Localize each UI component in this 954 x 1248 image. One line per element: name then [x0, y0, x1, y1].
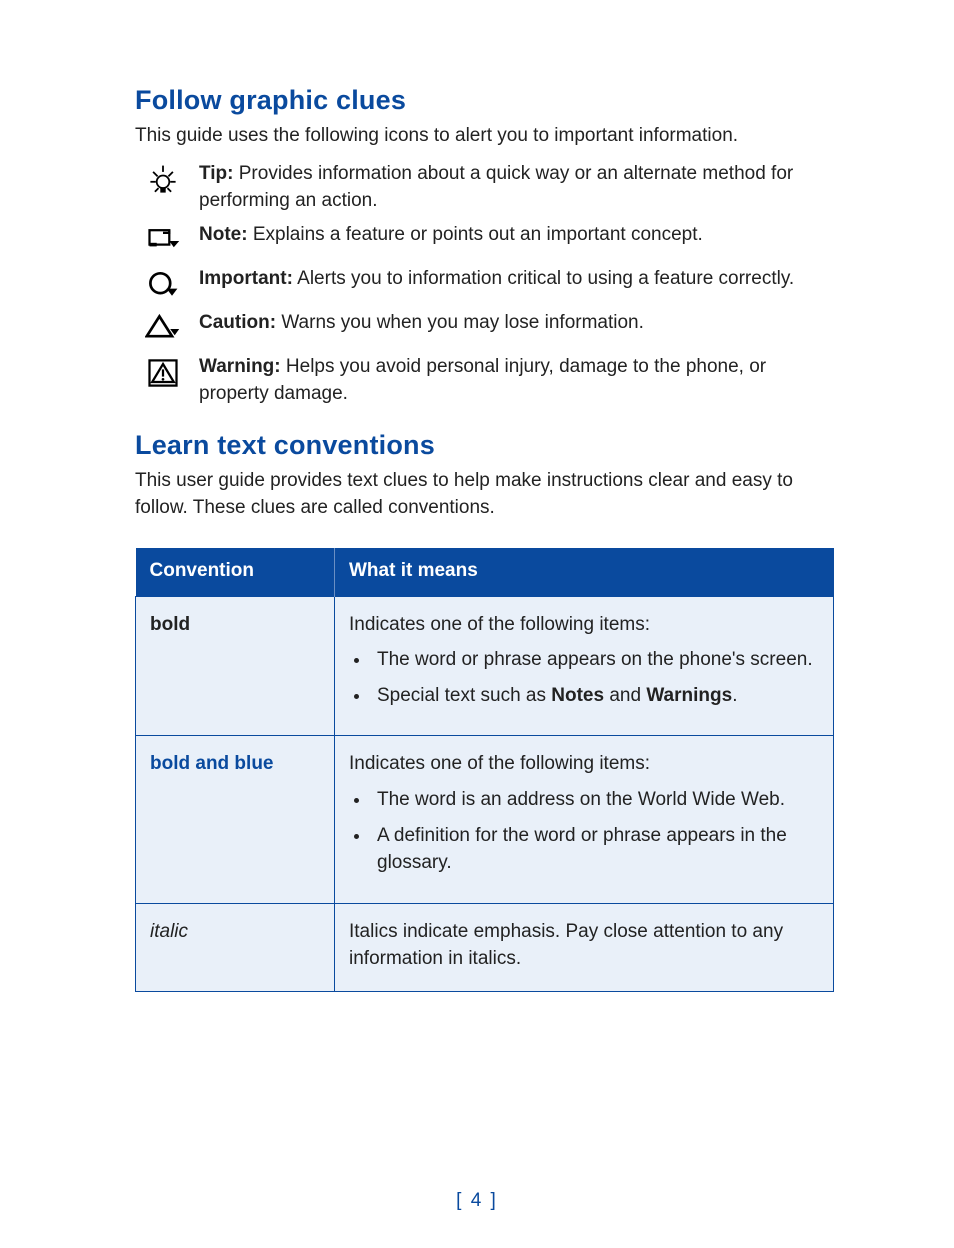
- convention-name-italic: italic: [136, 903, 335, 991]
- warning-icon: [135, 353, 191, 391]
- icon-row-important: Important: Alerts you to information cri…: [135, 265, 834, 303]
- table-row: bold Indicates one of the following item…: [136, 596, 834, 736]
- icon-row-tip: Tip: Provides information about a quick …: [135, 160, 834, 215]
- convention-name-bold: bold: [136, 596, 335, 736]
- list-item: The word is an address on the World Wide…: [371, 786, 819, 814]
- page-content: Follow graphic clues This guide uses the…: [0, 0, 954, 992]
- icon-text-tip: Tip: Provides information about a quick …: [191, 160, 834, 215]
- convention-meaning-bold-blue: Indicates one of the following items: Th…: [335, 736, 834, 903]
- icon-text-important: Important: Alerts you to information cri…: [191, 265, 794, 293]
- icon-row-note: Note: Explains a feature or points out a…: [135, 221, 834, 259]
- list-item: Special text such as Notes and Warnings.: [371, 682, 819, 710]
- important-icon: [135, 265, 191, 303]
- icon-text-caution: Caution: Warns you when you may lose inf…: [191, 309, 644, 337]
- icon-text-warning: Warning: Helps you avoid personal injury…: [191, 353, 834, 408]
- note-icon: [135, 221, 191, 259]
- section-heading-graphic-clues: Follow graphic clues: [135, 85, 834, 116]
- icon-list: Tip: Provides information about a quick …: [135, 160, 834, 408]
- table-row: bold and blue Indicates one of the follo…: [136, 736, 834, 903]
- table-header-convention: Convention: [136, 548, 335, 597]
- section-heading-text-conventions: Learn text conventions: [135, 430, 834, 461]
- icon-row-warning: Warning: Helps you avoid personal injury…: [135, 353, 834, 408]
- convention-meaning-italic: Italics indicate emphasis. Pay close att…: [335, 903, 834, 991]
- convention-meaning-bold: Indicates one of the following items: Th…: [335, 596, 834, 736]
- page-number: [ 4 ]: [0, 1190, 954, 1212]
- list-item: The word or phrase appears on the phone'…: [371, 646, 819, 674]
- convention-name-bold-blue: bold and blue: [136, 736, 335, 903]
- section-intro-text-conventions: This user guide provides text clues to h…: [135, 467, 834, 522]
- icon-text-note: Note: Explains a feature or points out a…: [191, 221, 703, 249]
- list-item: A definition for the word or phrase appe…: [371, 822, 819, 877]
- icon-row-caution: Caution: Warns you when you may lose inf…: [135, 309, 834, 347]
- caution-icon: [135, 309, 191, 347]
- conventions-table: Convention What it means bold Indicates …: [135, 548, 834, 992]
- tip-icon: [135, 160, 191, 198]
- table-row: italic Italics indicate emphasis. Pay cl…: [136, 903, 834, 991]
- table-header-meaning: What it means: [335, 548, 834, 597]
- section-intro-graphic-clues: This guide uses the following icons to a…: [135, 122, 834, 150]
